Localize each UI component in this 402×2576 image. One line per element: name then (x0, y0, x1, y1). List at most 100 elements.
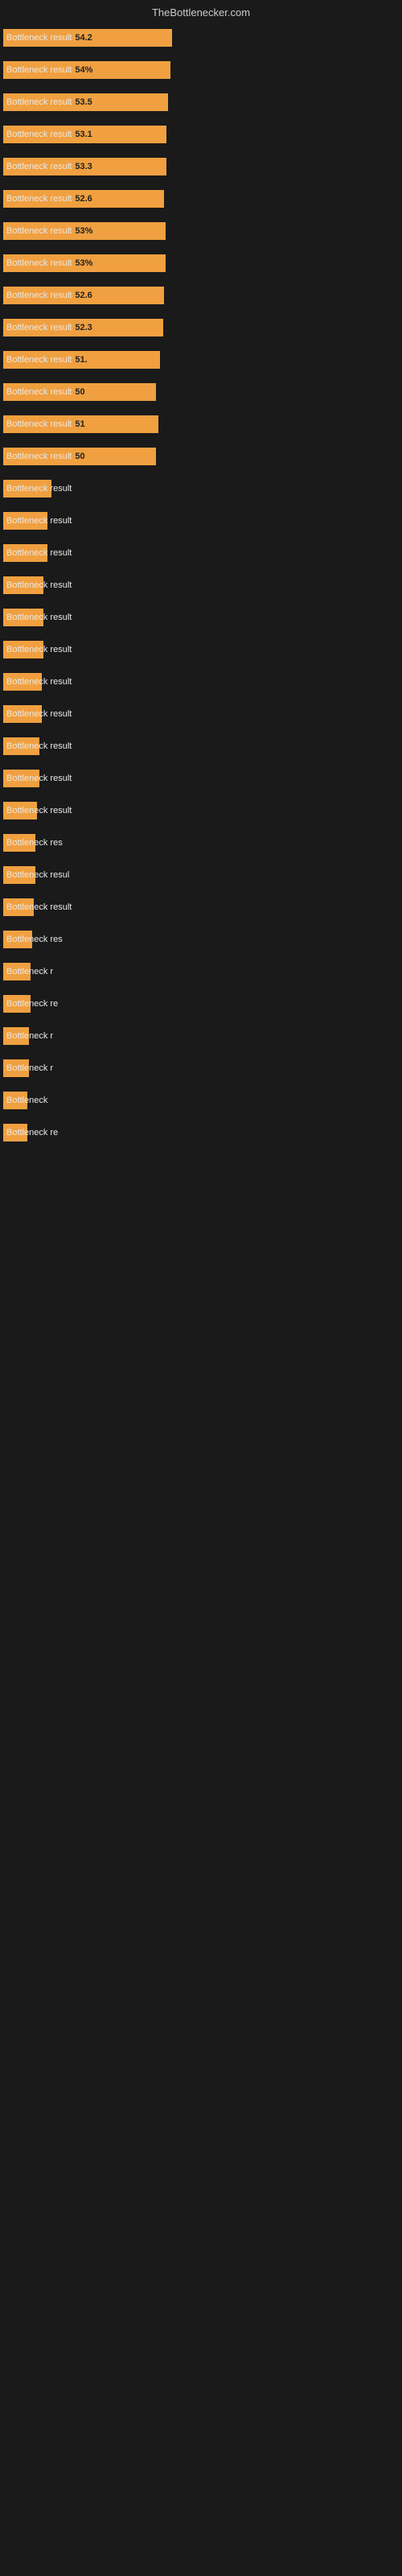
bar-row: Bottleneck res (3, 832, 399, 853)
bar-fill: Bottleneck result53% (3, 254, 166, 272)
bar-container: Bottleneck (3, 1092, 27, 1109)
bar-container: Bottleneck result51 (3, 415, 158, 433)
bar-row-wrapper: Bottleneck result50 (3, 376, 399, 408)
bar-fill: Bottleneck result (3, 770, 39, 787)
bar-row: Bottleneck re (3, 993, 399, 1014)
bar-row-wrapper: Bottleneck result (3, 569, 399, 601)
bar-container: Bottleneck res (3, 834, 35, 852)
bar-fill: Bottleneck (3, 1092, 27, 1109)
bar-label: Bottleneck result (3, 258, 72, 268)
bar-row: Bottleneck result51 (3, 414, 399, 435)
bar-row-wrapper: Bottleneck result52.6 (3, 183, 399, 215)
bar-row-wrapper: Bottleneck result53.5 (3, 86, 399, 118)
bar-label: Bottleneck result (3, 613, 43, 622)
bar-row: Bottleneck result (3, 800, 399, 821)
bar-row-wrapper: Bottleneck resul (3, 859, 399, 891)
bar-row: Bottleneck result53% (3, 221, 399, 242)
bar-label: Bottleneck result (3, 580, 43, 590)
bar-row: Bottleneck result (3, 575, 399, 596)
bar-label: Bottleneck res (3, 935, 32, 944)
bar-label: Bottleneck result (3, 226, 72, 236)
bar-label: Bottleneck result (3, 162, 72, 171)
bar-label: Bottleneck result (3, 806, 37, 815)
bar-container: Bottleneck result51. (3, 351, 160, 369)
bar-container: Bottleneck result (3, 576, 43, 594)
bar-row-wrapper: Bottleneck result (3, 762, 399, 795)
bar-row: Bottleneck result (3, 671, 399, 692)
bar-fill: Bottleneck res (3, 931, 32, 948)
bar-value: 52.6 (72, 291, 95, 300)
bar-container: Bottleneck r (3, 963, 31, 980)
bar-fill: Bottleneck result53.1 (3, 126, 166, 143)
bar-row-wrapper: Bottleneck result53.3 (3, 151, 399, 183)
bar-row: Bottleneck result (3, 736, 399, 757)
bar-row: Bottleneck result54% (3, 60, 399, 80)
bar-label: Bottleneck result (3, 452, 72, 461)
bar-fill: Bottleneck r (3, 963, 31, 980)
bar-container: Bottleneck result53% (3, 254, 166, 272)
bar-label: Bottleneck result (3, 130, 72, 139)
bar-row: Bottleneck resul (3, 865, 399, 886)
bar-label: Bottleneck result (3, 645, 43, 654)
bar-value: 53.3 (72, 162, 95, 171)
bar-label: Bottleneck resul (3, 870, 35, 880)
bar-value: 50 (72, 452, 88, 461)
bar-row-wrapper: Bottleneck result (3, 795, 399, 827)
bar-label: Bottleneck re (3, 999, 31, 1009)
bar-fill: Bottleneck result (3, 705, 42, 723)
bar-row: Bottleneck r (3, 1058, 399, 1079)
bar-label: Bottleneck r (3, 1063, 29, 1073)
bar-row: Bottleneck result53.3 (3, 156, 399, 177)
bar-container: Bottleneck result52.6 (3, 190, 164, 208)
bar-label: Bottleneck result (3, 677, 42, 687)
bar-row-wrapper: Bottleneck r (3, 1052, 399, 1084)
bar-row: Bottleneck result50 (3, 382, 399, 402)
bar-value: 53.5 (72, 97, 95, 107)
bar-container: Bottleneck result50 (3, 448, 156, 465)
bar-row-wrapper: Bottleneck result (3, 730, 399, 762)
bar-fill: Bottleneck r (3, 1059, 29, 1077)
bar-container: Bottleneck re (3, 1124, 27, 1141)
bar-row: Bottleneck result52.6 (3, 285, 399, 306)
bar-label: Bottleneck result (3, 97, 72, 107)
bar-container: Bottleneck re (3, 995, 31, 1013)
bar-label: Bottleneck result (3, 194, 72, 204)
bar-row-wrapper: Bottleneck result54.2 (3, 22, 399, 54)
bar-fill: Bottleneck result (3, 480, 51, 497)
bar-row-wrapper: Bottleneck result51. (3, 344, 399, 376)
bar-fill: Bottleneck result53% (3, 222, 166, 240)
bar-row: Bottleneck (3, 1090, 399, 1111)
bar-fill: Bottleneck result53.3 (3, 158, 166, 175)
bar-container: Bottleneck r (3, 1027, 29, 1045)
bar-container: Bottleneck result53.5 (3, 93, 168, 111)
bar-fill: Bottleneck result51. (3, 351, 160, 369)
bar-row-wrapper: Bottleneck res (3, 923, 399, 956)
bar-row-wrapper: Bottleneck result52.3 (3, 312, 399, 344)
bar-value: 53.1 (72, 130, 95, 139)
bar-row-wrapper: Bottleneck re (3, 988, 399, 1020)
bar-fill: Bottleneck result52.6 (3, 190, 164, 208)
bar-fill: Bottleneck re (3, 1124, 27, 1141)
bar-fill: Bottleneck result (3, 802, 37, 819)
bar-label: Bottleneck r (3, 1031, 29, 1041)
bar-fill: Bottleneck result50 (3, 448, 156, 465)
bar-row-wrapper: Bottleneck result54% (3, 54, 399, 86)
bar-row: Bottleneck result53.5 (3, 92, 399, 113)
bar-row: Bottleneck result53% (3, 253, 399, 274)
bar-fill: Bottleneck res (3, 834, 35, 852)
bar-fill: Bottleneck re (3, 995, 31, 1013)
bar-fill: Bottleneck result52.3 (3, 319, 163, 336)
bar-value: 54% (72, 65, 96, 75)
bar-row: Bottleneck result52.3 (3, 317, 399, 338)
bar-row-wrapper: Bottleneck result (3, 698, 399, 730)
bar-label: Bottleneck result (3, 323, 72, 332)
bar-row-wrapper: Bottleneck result (3, 666, 399, 698)
bar-container: Bottleneck result53.1 (3, 126, 166, 143)
bar-row: Bottleneck r (3, 1026, 399, 1046)
bar-row: Bottleneck result (3, 478, 399, 499)
bar-container: Bottleneck result (3, 609, 43, 626)
bar-row: Bottleneck result (3, 768, 399, 789)
bar-fill: Bottleneck result50 (3, 383, 156, 401)
bar-container: Bottleneck res (3, 931, 32, 948)
bar-row: Bottleneck result (3, 510, 399, 531)
